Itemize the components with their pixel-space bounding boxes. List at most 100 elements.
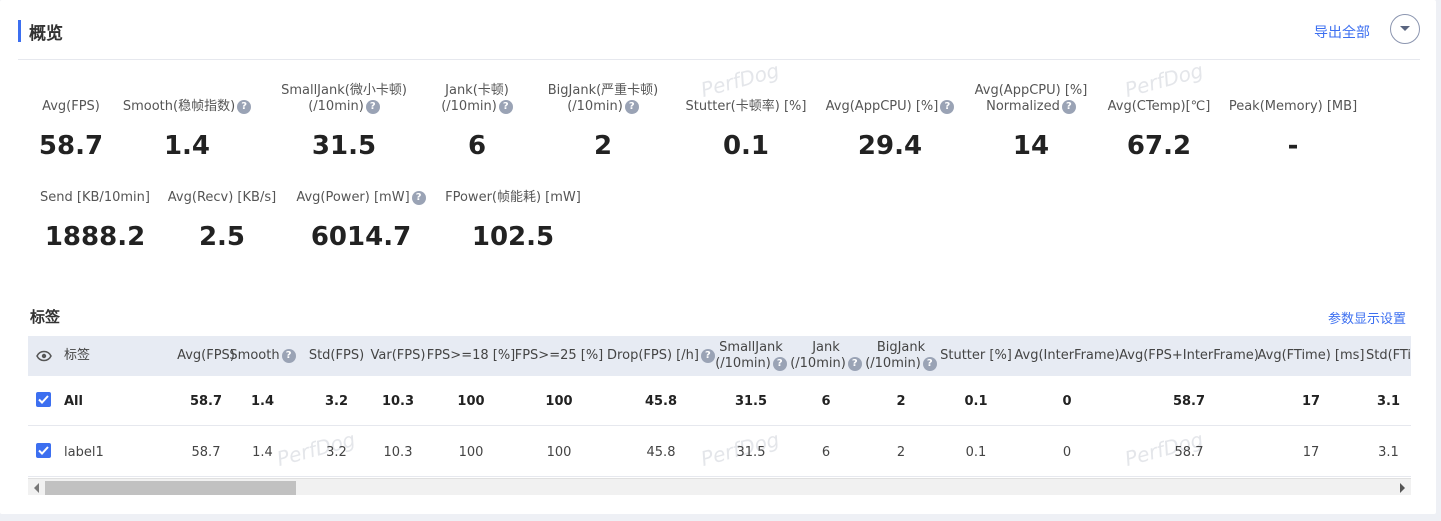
column-header: FPS>=25 [%] <box>514 336 604 376</box>
column-header: 标签 <box>28 336 156 376</box>
table-cell: 1.4 <box>252 444 273 460</box>
collapse-button[interactable] <box>1390 14 1420 44</box>
column-header: Stutter [%] <box>940 336 1012 376</box>
metric-label-line1: Jank(卡顿) <box>445 83 509 98</box>
metric-label: FPower(帧能耗) [mW] <box>428 172 598 206</box>
table-cell: 3.1 <box>1376 393 1401 409</box>
labels-section-title: 标签 <box>30 308 61 326</box>
column-header-sublabel: (/10min)? <box>865 356 937 372</box>
table-cell: 10.3 <box>381 393 415 409</box>
metric-label-line2: Smooth(稳帧指数)? <box>123 99 252 115</box>
metric-metrics_row1-1: Smooth(稳帧指数)? 1.4 <box>102 81 272 165</box>
accent-bar <box>18 20 21 42</box>
metric-value: 6014.7 <box>310 222 412 252</box>
column-header-label: Avg(FPS+InterFrame) <box>1119 348 1259 363</box>
table-cell: 31.5 <box>734 393 768 409</box>
column-header: Var(FPS) <box>368 336 428 376</box>
table-cell: 3.1 <box>1378 444 1399 460</box>
metric-label-line1: BigJank(严重卡顿) <box>547 83 659 98</box>
table-cell: 3.2 <box>326 444 347 460</box>
column-header-sublabel: (/10min)? <box>715 356 787 372</box>
column-header: SmallJank (/10min)? <box>715 336 787 376</box>
column-header: FPS>=18 [%] <box>426 336 516 376</box>
table-cell: 10.3 <box>383 444 413 460</box>
help-icon[interactable]: ? <box>365 99 380 114</box>
metric-metrics_row2-2: Avg(Power) [mW]? 6014.7 <box>276 172 446 256</box>
column-header-label: Std(FPS) <box>308 348 365 363</box>
column-header-label: Var(FPS) <box>370 348 426 363</box>
column-header: Avg(FPS+InterFrame) <box>1119 336 1259 376</box>
table-cell: 0.1 <box>964 393 988 409</box>
metric-label: Smooth(稳帧指数)? <box>102 81 272 115</box>
help-icon[interactable]: ? <box>281 348 296 363</box>
metric-label-line2: (/10min)? <box>441 99 513 115</box>
table-cell: 100 <box>457 393 485 409</box>
column-header-label: FPS>=25 [%] <box>514 348 604 363</box>
column-header: Jank (/10min)? <box>790 336 862 376</box>
table-cell: 6 <box>821 444 831 460</box>
table-cell: 100 <box>458 444 484 460</box>
column-header-label: Smooth? <box>229 348 296 364</box>
table-cell: 45.8 <box>644 393 678 409</box>
column-header-label: Drop(FPS) [/h]? <box>607 348 715 364</box>
column-header-label: Stutter [%] <box>940 348 1012 363</box>
help-icon[interactable]: ? <box>847 356 862 371</box>
metric-value: 1.4 <box>163 131 211 161</box>
column-header: BigJank (/10min)? <box>864 336 938 376</box>
help-icon[interactable]: ? <box>237 99 252 114</box>
table-header: 标签 Avg(FPS) Smooth? Std(FPS) Var(FPS) FPS>=18… <box>28 336 1411 376</box>
table-cell: 2 <box>896 444 906 460</box>
row-label: label1 <box>64 444 104 460</box>
metric-value: 102.5 <box>471 222 555 252</box>
scrollbar-thumb[interactable] <box>45 481 296 495</box>
row-checkbox[interactable] <box>36 443 51 458</box>
table-cell: 6 <box>821 393 831 409</box>
export-all-link[interactable]: 导出全部 <box>1314 22 1370 42</box>
metric-label-line2: Avg(Power) [mW]? <box>296 190 426 206</box>
table-row[interactable]: label1 58.7 1.4 3.2 10.3 100 100 45.8 31.5 6 2 0.1 0… <box>28 427 1411 477</box>
table-cell: 0 <box>1062 393 1072 409</box>
table-cell: 58.7 <box>1174 444 1204 460</box>
row-label: All <box>64 393 83 409</box>
metric-label-line2: (/10min)? <box>308 99 380 115</box>
metric-label-line2: Avg(Recv) [KB/s] <box>167 190 277 205</box>
metric-label-line1: SmallJank(微小卡顿) <box>281 83 407 98</box>
column-header-label: 标签 <box>64 348 91 363</box>
column-header-sublabel: (/10min)? <box>790 356 862 372</box>
scroll-right-arrow-icon[interactable] <box>1400 483 1405 493</box>
eye-icon[interactable] <box>36 350 52 362</box>
column-header: Avg(InterFrame) <box>1012 336 1122 376</box>
metric-label: Peak(Memory) [MB] <box>1208 81 1378 115</box>
table-cell: 17 <box>1301 393 1321 409</box>
help-icon[interactable]: ? <box>922 356 937 371</box>
table-cell: 100 <box>546 444 572 460</box>
column-header: Std(FTi <box>1366 336 1411 376</box>
metric-label-line2: Peak(Memory) [MB] <box>1228 99 1358 114</box>
help-icon[interactable]: ? <box>700 348 715 363</box>
help-icon[interactable]: ? <box>624 99 639 114</box>
metric-metrics_row2-3: FPower(帧能耗) [mW] 102.5 <box>428 172 598 256</box>
metric-label-line2: (/10min)? <box>567 99 639 115</box>
table-row[interactable]: All 58.7 1.4 3.2 10.3 100 100 45.8 31.5 6 2 0.1 0 58.… <box>28 376 1411 426</box>
metric-label-line2: Normalized? <box>986 99 1076 115</box>
row-checkbox[interactable] <box>36 392 51 407</box>
help-icon[interactable]: ? <box>772 356 787 371</box>
overview-card: 概览 导出全部 Avg(FPS) 58.7 Smooth(稳帧指数)? 1.4 Smal… <box>0 0 1436 514</box>
metric-label-line2: Stutter(卡顿率) [%] <box>685 99 807 114</box>
table-cell: 58.7 <box>1172 393 1206 409</box>
table-cell: 0 <box>1062 444 1072 460</box>
metric-label-line2: Avg(CTemp)[℃] <box>1107 99 1211 114</box>
table-cell: 31.5 <box>736 444 766 460</box>
help-icon[interactable]: ? <box>498 99 513 114</box>
scroll-left-arrow-icon[interactable] <box>34 483 39 493</box>
metric-value: - <box>1287 131 1299 161</box>
column-header-label: Avg(InterFrame) <box>1014 348 1120 363</box>
horizontal-scrollbar[interactable] <box>28 478 1411 495</box>
table-cell: 2 <box>896 393 906 409</box>
column-header: Drop(FPS) [/h]? <box>603 336 719 376</box>
display-settings-link[interactable]: 参数显示设置 <box>1328 308 1406 327</box>
help-icon[interactable]: ? <box>411 190 426 205</box>
table-cell: 0.1 <box>965 444 987 460</box>
metric-label: Avg(Power) [mW]? <box>276 172 446 206</box>
column-header: Std(FPS) <box>304 336 369 376</box>
